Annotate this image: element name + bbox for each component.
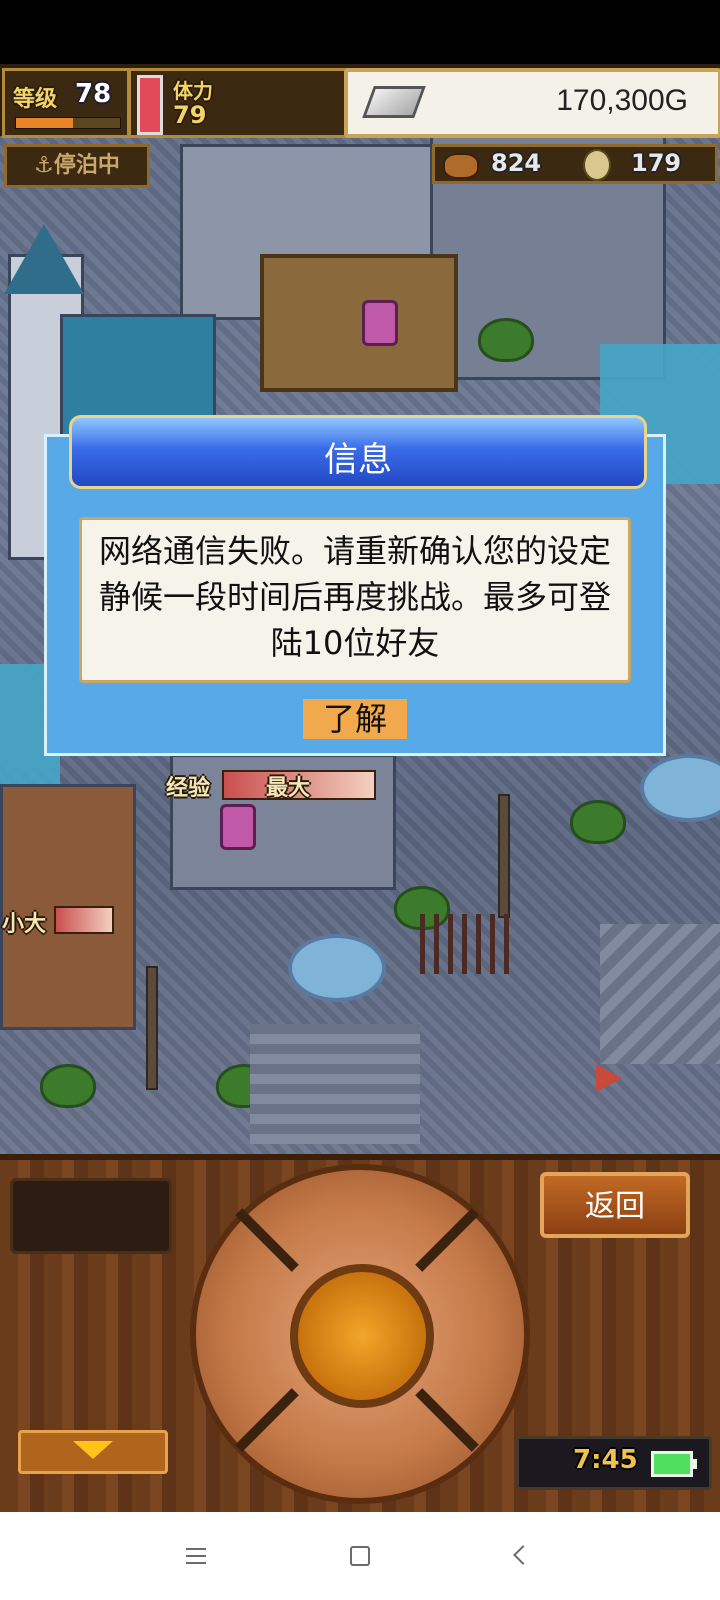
battery-icon — [651, 1451, 693, 1477]
info-dialog: 信息 网络通信失败。请重新确认您的设定静候一段时间后再度挑战。最多可登陆10位好… — [44, 415, 666, 756]
home-icon[interactable] — [338, 1534, 382, 1578]
gold-panel: 170,300G — [344, 68, 720, 138]
status-bar — [0, 0, 720, 64]
dialog-message: 网络通信失败。请重新确认您的设定静候一段时间后再度挑战。最多可登陆10位好友 — [98, 532, 611, 662]
back-button[interactable]: 返回 — [540, 1172, 690, 1238]
home-shape — [350, 1546, 370, 1566]
gold-amount: 170,300G — [556, 84, 688, 117]
exp-label: 经验 — [166, 776, 211, 801]
collapse-button[interactable] — [18, 1430, 168, 1474]
dpad-center-button[interactable] — [290, 1264, 434, 1408]
food-icon — [443, 153, 479, 179]
dpad-divider — [415, 1388, 479, 1452]
fountain-center — [288, 934, 386, 1002]
top-hud: 等级 78 体力 79 170,300G — [0, 64, 720, 138]
tower-roof — [4, 224, 84, 294]
back-chevron — [513, 1545, 533, 1565]
dialog-title: 信息 — [324, 440, 392, 480]
medal-icon — [583, 149, 611, 181]
tree-icon — [478, 318, 534, 362]
lamp-post — [146, 966, 158, 1090]
resource-a-value: 824 — [491, 149, 542, 177]
level-value: 78 — [75, 79, 112, 109]
fountain-right — [640, 754, 720, 822]
side-bar — [54, 906, 114, 934]
menu-line — [186, 1548, 206, 1550]
ok-button[interactable]: 了解 — [303, 699, 407, 739]
dialog-message-box: 网络通信失败。请重新确认您的设定静候一段时间后再度挑战。最多可登陆10位好友 — [79, 517, 631, 683]
stamina-gauge — [137, 75, 163, 135]
lamp-post — [498, 794, 510, 918]
menu-line — [186, 1562, 206, 1564]
tree-icon — [40, 1064, 96, 1108]
ninja-character — [220, 804, 256, 850]
menu-icon[interactable] — [174, 1534, 218, 1578]
level-panel: 等级 78 — [2, 68, 130, 138]
shopkeeper-character — [362, 300, 398, 346]
clock-panel: 7:45 — [516, 1436, 712, 1490]
red-flag — [596, 1064, 622, 1092]
docked-status[interactable]: ⚓停泊中 — [4, 144, 150, 188]
exp-value: 最大 — [266, 776, 311, 801]
dpad-divider — [235, 1388, 299, 1452]
stamina-panel: 体力 79 — [128, 68, 348, 138]
stone-stairs-right — [600, 924, 720, 1064]
level-progress-bar — [15, 117, 121, 129]
silver-bar-icon — [362, 86, 426, 118]
chevron-down-icon — [73, 1441, 113, 1459]
stamina-value: 79 — [173, 101, 207, 129]
stamina-label: 体力 — [173, 79, 213, 103]
dpad-divider — [415, 1208, 479, 1272]
resource-b-value: 179 — [631, 149, 682, 177]
battery-tip — [693, 1459, 697, 1469]
dialog-header: 信息 — [69, 415, 647, 489]
system-nav-bar — [0, 1512, 720, 1600]
menu-line — [186, 1555, 206, 1557]
back-icon[interactable] — [500, 1534, 544, 1578]
iron-fence — [420, 914, 510, 974]
resource-bar: 824 179 — [432, 144, 718, 184]
level-progress-fill — [16, 118, 74, 128]
market-stall — [260, 254, 458, 392]
info-slot — [10, 1178, 172, 1254]
dpad[interactable] — [190, 1164, 530, 1504]
side-label: 小大 — [2, 912, 47, 937]
dpad-divider — [235, 1208, 299, 1272]
stone-stairs — [250, 1024, 420, 1144]
clock-time: 7:45 — [573, 1445, 638, 1475]
level-label: 等级 — [13, 87, 58, 112]
tree-icon — [570, 800, 626, 844]
controller-panel: 返回 7:45 — [0, 1154, 720, 1518]
